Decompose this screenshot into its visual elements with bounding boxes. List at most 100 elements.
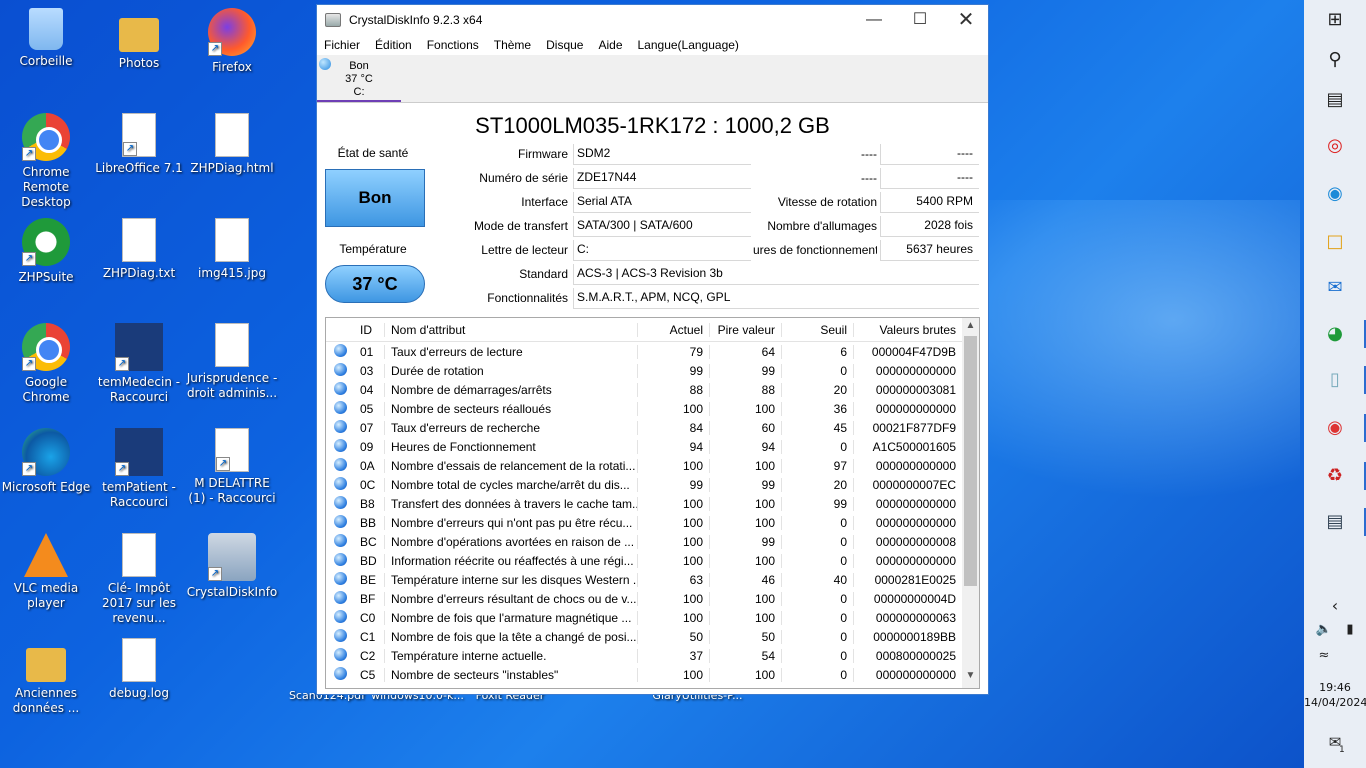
header-name[interactable]: Nom d'attribut: [384, 322, 638, 337]
status-ok-icon: [333, 666, 347, 680]
scroll-thumb[interactable]: [964, 336, 977, 586]
attr-raw: 000000000000: [875, 667, 956, 682]
desktop-icon[interactable]: Clé- Impôt 2017 sur les revenu...: [93, 533, 185, 626]
table-row[interactable]: 0A Nombre d'essais de relancement de la r…: [326, 456, 979, 475]
menu-langue[interactable]: Langue(Language): [638, 38, 739, 52]
menu-fichier[interactable]: Fichier: [324, 38, 360, 52]
minimize-button[interactable]: —: [851, 5, 897, 35]
table-row[interactable]: 05 Nombre de secteurs réalloués 100 100 36 00…: [326, 399, 979, 418]
file-explorer-icon[interactable]: □: [1321, 228, 1349, 256]
table-scrollbar[interactable]: ▲ ▼: [962, 318, 979, 688]
table-body: 01 Taux d'erreurs de lecture 79 64 6 000004F4…: [326, 342, 979, 684]
header-raw[interactable]: Valeurs brutes: [854, 323, 962, 337]
desktop-icon[interactable]: ↗ temMedecin - Raccourci: [93, 323, 185, 405]
table-row[interactable]: BB Nombre d'erreurs qui n'ont pas pu être…: [326, 513, 979, 532]
desktop-icon[interactable]: debug.log: [93, 638, 185, 701]
desktop-icon[interactable]: ↗ ZHPSuite: [0, 218, 92, 285]
desktop-icon[interactable]: ↗ Chrome Remote Desktop: [0, 113, 92, 210]
table-row[interactable]: C0 Nombre de fois que l'armature magnétiq…: [326, 608, 979, 627]
features-value: S.M.A.R.T., APM, NCQ, GPL: [573, 288, 979, 309]
desktop-icon[interactable]: ↗ LibreOffice 7.1: [93, 113, 185, 176]
table-row[interactable]: 03 Durée de rotation 99 99 0 000000000000: [326, 361, 979, 380]
desktop-icon[interactable]: ZHPDiag.html: [186, 113, 278, 176]
attr-raw: 000000000000: [875, 496, 956, 511]
attr-threshold: 0: [782, 591, 854, 606]
attr-current: 99: [638, 477, 710, 492]
attr-name: Nombre de fois que la tête a changé de p…: [384, 629, 638, 644]
wifi-icon[interactable]: ≈: [1310, 642, 1338, 670]
table-row[interactable]: C1 Nombre de fois que la tête a changé de…: [326, 627, 979, 646]
libreoffice-icon: ↗: [122, 113, 156, 157]
table-row[interactable]: B8 Transfert des données à travers le cac…: [326, 494, 979, 513]
menu-theme[interactable]: Thème: [494, 38, 531, 52]
maximize-button[interactable]: ☐: [897, 5, 943, 35]
status-cell: [326, 590, 354, 607]
health-status-button[interactable]: Bon: [325, 169, 425, 227]
menu-edition[interactable]: Édition: [375, 38, 412, 52]
table-row[interactable]: 07 Taux d'erreurs de recherche 84 60 45 00021…: [326, 418, 979, 437]
desktop-icon[interactable]: Photos: [93, 8, 185, 71]
desktop-icon[interactable]: ↗ Firefox: [186, 8, 278, 75]
shortcut-arrow-icon: ↗: [22, 147, 36, 161]
attr-id: 09: [360, 439, 374, 454]
table-row[interactable]: 0C Nombre total de cycles marche/arrêt du…: [326, 475, 979, 494]
attr-current: 99: [638, 363, 710, 378]
table-row[interactable]: BC Nombre d'opérations avortées en raison…: [326, 532, 979, 551]
desktop-icon[interactable]: ↗ temPatient - Raccourci: [93, 428, 185, 510]
desktop-icon[interactable]: ↗ CrystalDiskInfo: [186, 533, 278, 600]
desktop-icon[interactable]: Jurisprudence - droit adminis...: [186, 323, 278, 401]
antivirus-icon[interactable]: ◎: [1321, 132, 1349, 160]
attr-name: Transfert des données à travers le cache…: [384, 496, 638, 511]
notification-icon[interactable]: ✉ 1: [1321, 728, 1349, 756]
attr-threshold: 0: [782, 515, 854, 530]
tool-taskbar-icon[interactable]: ♻: [1321, 462, 1366, 490]
search-icon[interactable]: ⚲: [1321, 46, 1349, 74]
table-row[interactable]: BD Information réécrite ou réaffectés à u…: [326, 551, 979, 570]
desktop-icon[interactable]: ZHPDiag.txt: [93, 218, 185, 281]
desktop-icon[interactable]: VLC media player: [0, 533, 92, 611]
table-row[interactable]: C5 Nombre de secteurs "instables" 100 100 0 0…: [326, 665, 979, 684]
header-threshold[interactable]: Seuil: [782, 322, 854, 337]
table-row[interactable]: BF Nombre d'erreurs résultant de chocs ou…: [326, 589, 979, 608]
menu-fonctions[interactable]: Fonctions: [427, 38, 479, 52]
desktop-icon[interactable]: ↗ M DELATTRE (1) - Raccourci: [186, 428, 278, 506]
scroll-down-icon[interactable]: ▼: [962, 670, 979, 681]
table-row[interactable]: 09 Heures de Fonctionnement 94 94 0 A1C500001…: [326, 437, 979, 456]
table-row[interactable]: C2 Température interne actuelle. 37 54 0 0008…: [326, 646, 979, 665]
edge-taskbar-icon[interactable]: ◉: [1321, 180, 1349, 208]
attr-name: Nombre d'erreurs résultant de chocs ou d…: [384, 591, 638, 606]
header-id[interactable]: ID: [354, 323, 384, 337]
desktop-icon[interactable]: Anciennes données ...: [0, 638, 92, 716]
drive-tab-c[interactable]: Bon 37 °C C:: [317, 55, 401, 102]
volume-icon[interactable]: 🔈: [1310, 616, 1338, 644]
serial-label: Numéro de série: [479, 171, 568, 185]
desktop-icon[interactable]: img415.jpg: [186, 218, 278, 281]
drive-bar: Bon 37 °C C:: [317, 55, 988, 103]
desktop-icon[interactable]: ↗ Google Chrome: [0, 323, 92, 405]
chrome-taskbar-icon[interactable]: ◉: [1321, 414, 1366, 442]
header-current[interactable]: Actuel: [638, 322, 710, 337]
attr-name: Nombre total de cycles marche/arrêt du d…: [384, 477, 638, 492]
menu-aide[interactable]: Aide: [598, 38, 622, 52]
desktop-icon[interactable]: ↗ Microsoft Edge: [0, 428, 92, 495]
temperature-button[interactable]: 37 °C: [325, 265, 425, 303]
table-row[interactable]: BE Température interne sur les disques We…: [326, 570, 979, 589]
desktop-icon[interactable]: Corbeille: [0, 8, 92, 69]
table-row[interactable]: 01 Taux d'erreurs de lecture 79 64 6 000004F4…: [326, 342, 979, 361]
app-taskbar-icon[interactable]: ▯: [1321, 366, 1366, 394]
firmware-label: Firmware: [518, 147, 568, 161]
scroll-up-icon[interactable]: ▲: [962, 320, 979, 331]
task-view-icon[interactable]: ▤: [1321, 86, 1349, 114]
crystaldiskinfo-taskbar-icon[interactable]: ▤: [1321, 508, 1366, 536]
zhpsuite-taskbar-icon[interactable]: ◕: [1321, 320, 1366, 348]
taskbar-clock[interactable]: 19:46 14/04/2024: [1304, 680, 1366, 710]
start-icon[interactable]: ⊞: [1321, 6, 1349, 34]
battery-icon[interactable]: ▮: [1336, 616, 1364, 644]
status-cell: [326, 609, 354, 626]
table-row[interactable]: 04 Nombre de démarrages/arrêts 88 88 20 00000…: [326, 380, 979, 399]
close-button[interactable]: ✕: [943, 5, 989, 35]
attr-worst: 99: [710, 534, 782, 549]
mail-icon[interactable]: ✉: [1321, 274, 1349, 302]
menu-disque[interactable]: Disque: [546, 38, 583, 52]
header-worst[interactable]: Pire valeur: [710, 322, 782, 337]
